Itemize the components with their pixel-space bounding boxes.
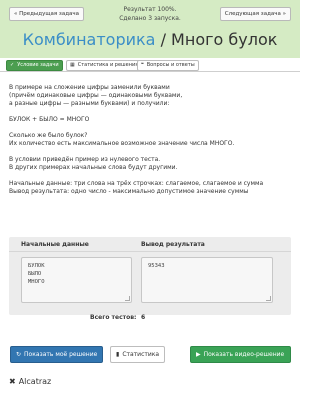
tests-label: Всего тестов: [90,314,137,321]
statement-line: БУЛОК + БЫЛО = МНОГО [9,116,90,123]
refresh-icon: ↻ [16,351,22,358]
statement-line: Вывод результата: одно число - максималь… [9,188,249,195]
statement-line: а разные цифры — разными буквами) и полу… [9,100,170,107]
input-line: БУЛОК [28,263,45,269]
input-line: МНОГО [28,279,45,285]
input-line: БЫЛО [28,271,42,277]
play-icon: ▶ [196,351,201,358]
output-example-field[interactable]: 95343 [141,257,273,303]
task-header: « Предыдущая задача Результат 100%. Сдел… [0,0,300,58]
resize-grip-icon[interactable] [125,296,130,301]
close-icon: ✖ [9,377,16,386]
bar-chart-icon: ▮ [116,351,120,358]
header-divider [9,251,291,252]
tab-condition-label: Условие задачи [17,62,59,68]
show-solution-button[interactable]: ↻ Показать моё решение [10,346,103,363]
check-icon: ✓ [10,62,15,68]
statistics-label: Статистика [122,351,160,358]
tab-questions[interactable]: ❝ Вопросы и ответы [137,60,199,71]
alcatraz-label: Alcatraz [18,377,52,386]
resize-grip-icon[interactable] [266,296,271,301]
input-header: Начальные данные [21,241,89,248]
task-statement: В примере на сложение цифры заменили бук… [9,84,294,196]
input-example-field[interactable]: БУЛОК БЫЛО МНОГО [21,257,132,303]
statement-line [9,172,294,180]
alcatraz-link[interactable]: ✖ Alcatraz [9,376,51,388]
show-video-label: Показать видео-решение [203,351,285,358]
statement-line: Сколько же было булок? [9,132,88,139]
category-link[interactable]: Комбинаторика [23,30,156,49]
statistics-button[interactable]: ▮ Статистика [110,346,165,363]
output-header: Вывод результата [141,241,205,248]
tab-statistics-label: Статистика и решения [77,62,139,68]
show-solution-label: Показать моё решение [24,351,98,358]
statement-line: В примере на сложение цифры заменили бук… [9,84,170,91]
task-title: Много булок [171,30,278,49]
tab-questions-label: Вопросы и ответы [146,62,195,68]
show-video-button[interactable]: ▶ Показать видео-решение [190,346,291,363]
tab-statistics[interactable]: ▦ Статистика и решения [66,60,143,71]
bubble-icon: ❝ [141,62,144,68]
statement-line [9,148,294,156]
statement-line [9,108,294,116]
statement-line: В условии приведён пример из нулевого те… [9,156,161,163]
task-tabs: ✓ Условие задачи ▦ Статистика и решения ❝ В… [0,58,300,72]
statement-line: В других примерах начальные слова будут … [9,164,178,171]
statement-line: Начальные данные: три слова на трёх стро… [9,180,264,187]
chart-icon: ▦ [70,62,75,68]
statement-line: Их количество есть максимальное возможно… [9,140,235,147]
page-title: Комбинаторика / Много булок [0,30,300,50]
output-line: 95343 [148,263,165,269]
tab-condition[interactable]: ✓ Условие задачи [6,60,63,71]
next-task-button[interactable]: Следующая задача » [219,7,291,21]
title-separator: / [155,30,172,49]
statement-line: (причём одинаковые цифры — одинаковыми б… [9,92,183,99]
statement-line [9,124,294,132]
tests-count: 6 [141,314,146,321]
